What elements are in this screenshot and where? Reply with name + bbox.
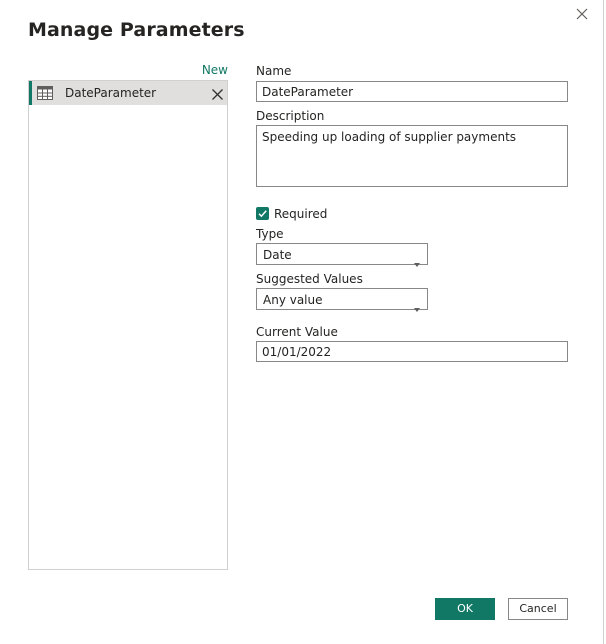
table-icon: [37, 85, 53, 100]
new-parameter-link[interactable]: New: [196, 63, 228, 77]
required-checkbox[interactable]: [256, 207, 269, 220]
close-icon[interactable]: [572, 4, 592, 24]
type-select-value: Date: [263, 248, 292, 262]
current-value-input[interactable]: [256, 341, 568, 362]
suggested-values-label: Suggested Values: [256, 272, 363, 286]
dialog-title: Manage Parameters: [28, 19, 245, 41]
manage-parameters-dialog: Manage Parameters New DateParameter Name…: [0, 0, 604, 644]
chevron-down-icon: [414, 252, 420, 267]
suggested-values-select[interactable]: Any value: [256, 288, 428, 312]
parameter-list: DateParameter: [28, 80, 228, 570]
cancel-button[interactable]: Cancel: [508, 598, 568, 620]
type-select[interactable]: Date: [256, 243, 428, 267]
parameter-list-item[interactable]: DateParameter: [29, 81, 227, 105]
description-input[interactable]: Speeding up loading of supplier payments: [256, 125, 568, 187]
chevron-down-icon: [414, 297, 420, 312]
suggested-values-select-value: Any value: [263, 293, 323, 307]
required-label[interactable]: Required: [274, 207, 327, 221]
name-input[interactable]: [256, 81, 568, 102]
name-label: Name: [256, 64, 292, 78]
delete-parameter-icon[interactable]: [211, 86, 224, 100]
parameter-list-item-label: DateParameter: [65, 86, 157, 100]
ok-button[interactable]: OK: [435, 598, 495, 620]
description-label: Description: [256, 109, 325, 123]
type-label: Type: [256, 227, 284, 241]
current-value-label: Current Value: [256, 325, 338, 339]
